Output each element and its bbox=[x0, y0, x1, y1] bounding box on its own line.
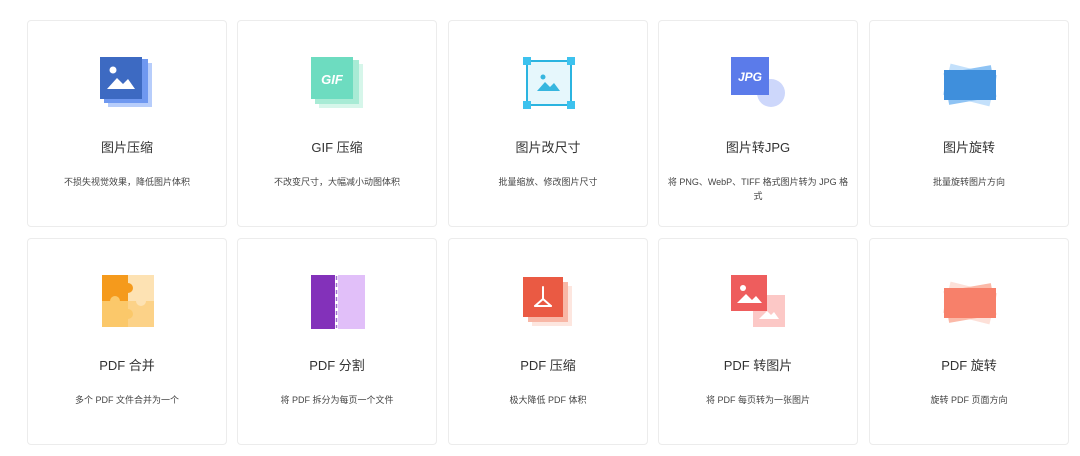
tool-title: 图片转JPG bbox=[725, 140, 791, 155]
pdf-to-image-icon bbox=[729, 273, 789, 333]
pdf-rotate-icon bbox=[940, 273, 1000, 333]
tool-title: 图片旋转 bbox=[942, 140, 995, 155]
tool-title: PDF 分割 bbox=[309, 358, 365, 373]
tool-card-image-resize[interactable]: 图片改尺寸 批量缩放、修改图片尺寸 bbox=[448, 20, 648, 227]
tool-card-pdf-split[interactable]: PDF 分割 将 PDF 拆分为每页一个文件 bbox=[237, 238, 437, 445]
tool-description: 批量缩放、修改图片尺寸 bbox=[498, 177, 598, 187]
tool-card-image-rotate[interactable]: 图片旋转 批量旋转图片方向 bbox=[869, 20, 1069, 227]
pdf-merge-icon bbox=[98, 273, 158, 333]
image-rotate-icon bbox=[940, 55, 1000, 115]
tool-description: 多个 PDF 文件合并为一个 bbox=[74, 395, 179, 405]
tool-card-pdf-compress[interactable]: PDF 压缩 极大降低 PDF 体积 bbox=[448, 238, 648, 445]
image-resize-icon bbox=[519, 55, 579, 115]
tool-title: GIF 压缩 bbox=[311, 140, 363, 155]
tool-description: 不改变尺寸，大幅减小动图体积 bbox=[273, 177, 400, 187]
tool-card-gif-compress[interactable]: GIF GIF 压缩 不改变尺寸，大幅减小动图体积 bbox=[237, 20, 437, 227]
pdf-compress-icon bbox=[519, 273, 579, 333]
tool-description: 将 PDF 拆分为每页一个文件 bbox=[280, 395, 394, 405]
tool-description: 旋转 PDF 页面方向 bbox=[930, 395, 1008, 405]
tool-description: 批量旋转图片方向 bbox=[932, 177, 1005, 187]
tool-title: PDF 转图片 bbox=[723, 358, 793, 373]
tool-title: PDF 旋转 bbox=[941, 358, 997, 373]
tool-card-pdf-rotate[interactable]: PDF 旋转 旋转 PDF 页面方向 bbox=[869, 238, 1069, 445]
tool-description: 将 PNG、WebP、TIFF 格式图片转为 JPG 格式 bbox=[667, 177, 849, 201]
tool-title: 图片改尺寸 bbox=[515, 140, 581, 155]
jpg-label: JPG bbox=[738, 70, 762, 84]
tool-description: 极大降低 PDF 体积 bbox=[509, 395, 587, 405]
tool-card-pdf-to-image[interactable]: PDF 转图片 将 PDF 每页转为一张图片 bbox=[658, 238, 858, 445]
gif-label: GIF bbox=[321, 72, 344, 87]
image-to-jpg-icon: JPG bbox=[729, 55, 789, 115]
tool-title: PDF 合并 bbox=[99, 358, 155, 373]
tool-description: 将 PDF 每页转为一张图片 bbox=[705, 395, 810, 405]
image-compress-icon bbox=[98, 55, 158, 115]
tool-title: PDF 压缩 bbox=[520, 358, 576, 373]
tool-card-image-compress[interactable]: 图片压缩 不损失视觉效果，降低图片体积 bbox=[27, 20, 227, 227]
tool-card-image-to-jpg[interactable]: JPG 图片转JPG 将 PNG、WebP、TIFF 格式图片转为 JPG 格式 bbox=[658, 20, 858, 227]
tool-card-pdf-merge[interactable]: PDF 合并 多个 PDF 文件合并为一个 bbox=[27, 238, 227, 445]
gif-compress-icon: GIF bbox=[308, 55, 368, 115]
pdf-split-icon bbox=[308, 273, 368, 333]
tool-description: 不损失视觉效果，降低图片体积 bbox=[63, 177, 190, 187]
tool-title: 图片压缩 bbox=[100, 140, 153, 155]
